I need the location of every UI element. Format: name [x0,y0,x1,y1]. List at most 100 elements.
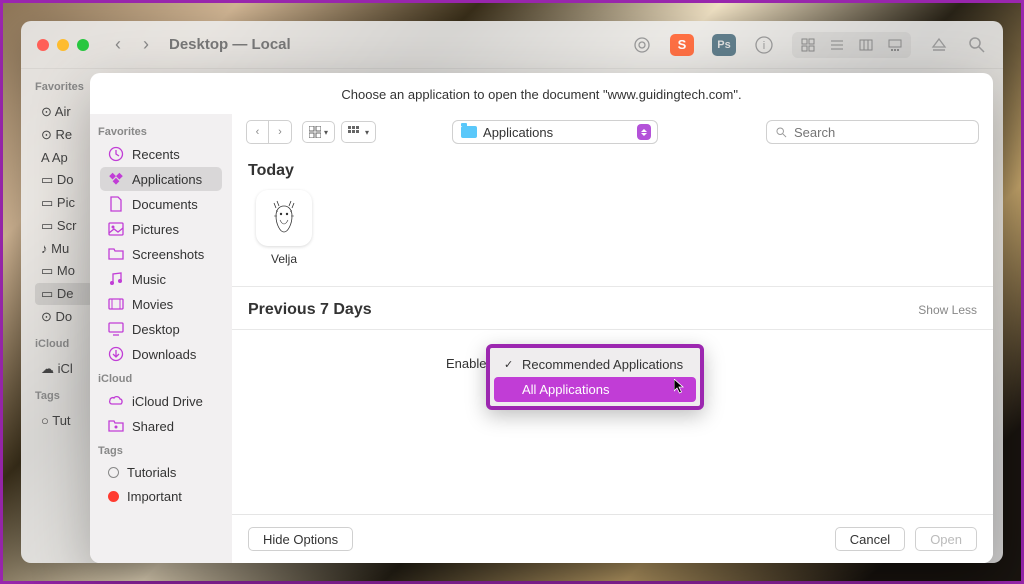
zoom-window-button[interactable] [77,39,89,51]
cursor-icon [674,379,686,395]
airdrop-icon[interactable] [632,35,652,55]
enable-label: Enable [446,356,486,371]
search-icon [775,126,788,139]
dialog-instruction: Choose an application to open the docume… [90,73,993,114]
download-icon [108,346,124,362]
sidebar-item-label: iCloud Drive [132,394,203,409]
sidebar-item-downloads[interactable]: Downloads [100,342,222,366]
folder-icon [461,126,477,138]
dropdown-option-all[interactable]: All Applications [494,377,696,402]
desktop-icon [108,321,124,337]
bg-sidebar-item: ▭ Do [35,169,93,191]
back-button[interactable]: ‹ [115,34,121,55]
tag-dot-icon [108,491,119,502]
music-icon [108,271,124,287]
sidebar-item-label: Screenshots [132,247,204,262]
app-item-velja[interactable]: Velja [248,190,320,266]
group-mode-button[interactable]: ▾ [341,121,376,143]
list-view-button[interactable] [823,34,851,56]
checkmark-icon: ✓ [504,358,516,371]
sidebar-item-label: Important [127,489,182,504]
search-input[interactable] [794,125,970,140]
finder-toolbar: ‹ › Desktop — Local S Ps i [21,21,1003,69]
section-header-today: Today [232,154,993,190]
sidebar-section-header: Favorites [90,120,232,142]
enable-dropdown-menu[interactable]: ✓ Recommended Applications All Applicati… [486,344,704,410]
sidebar-item-movies[interactable]: Movies [100,292,222,316]
cancel-button[interactable]: Cancel [835,527,905,551]
sidebar-item-shared[interactable]: Shared [100,414,222,438]
sidebar-item-screenshots[interactable]: Screenshots [100,242,222,266]
sidebar-item-icloud-drive[interactable]: iCloud Drive [100,389,222,413]
gallery-view-button[interactable] [881,34,909,56]
sidebar-item-label: Downloads [132,347,196,362]
show-less-button[interactable]: Show Less [918,303,977,317]
sidebar-section-header: Tags [35,390,93,402]
eject-icon[interactable] [929,35,949,55]
sidebar-item-applications[interactable]: Applications [100,167,222,191]
bg-sidebar-item: ☁ iCl [35,358,93,380]
bg-sidebar-item: ⊙ Air [35,101,93,123]
finder-sidebar: Favorites ⊙ Air ⊙ Re A Ap ▭ Do ▭ Pic ▭ S… [21,69,93,563]
traffic-lights[interactable] [37,39,89,51]
bg-sidebar-item: ○ Tut [35,410,93,431]
app-icon [256,190,312,246]
shared-icon [108,418,124,434]
bg-sidebar-item: A Ap [35,147,93,168]
app-icon-s[interactable]: S [670,34,694,56]
sidebar-section-header: iCloud [90,367,232,389]
app-name-label: Velja [271,252,297,266]
icon-view-button[interactable] [794,34,822,56]
sidebar-item-label: Recents [132,147,180,162]
svg-text:i: i [763,40,765,52]
dropdown-option-recommended[interactable]: ✓ Recommended Applications [494,352,696,377]
bg-sidebar-item: ♪ Mu [35,238,93,259]
cloud-icon [108,393,124,409]
updown-arrows-icon [637,124,651,140]
sidebar-item-label: Music [132,272,166,287]
location-dropdown[interactable]: Applications [452,120,658,144]
sidebar-section-header: Tags [90,439,232,461]
sidebar-item-desktop[interactable]: Desktop [100,317,222,341]
view-mode-button[interactable]: ▾ [302,121,335,143]
nav-group: ‹ › [246,120,292,144]
sidebar-item-label: Pictures [132,222,179,237]
sidebar-section-header: Favorites [35,81,93,93]
sidebar-item-documents[interactable]: Documents [100,192,222,216]
section-header-previous: Previous 7 Days [248,301,372,319]
pic-icon [108,221,124,237]
bg-sidebar-item: ▭ De [35,283,93,305]
sidebar-tag-tutorials[interactable]: Tutorials [100,461,222,484]
nav-arrows: ‹ › [115,34,149,55]
close-window-button[interactable] [37,39,49,51]
minimize-window-button[interactable] [57,39,69,51]
window-title: Desktop — Local [169,36,291,53]
forward-button[interactable]: › [143,34,149,55]
sidebar-item-music[interactable]: Music [100,267,222,291]
sidebar-tag-important[interactable]: Important [100,485,222,508]
movie-icon [108,296,124,312]
forward-button[interactable]: › [269,121,291,143]
search-icon[interactable] [967,35,987,55]
location-label: Applications [483,125,631,140]
hide-options-button[interactable]: Hide Options [248,527,353,551]
tag-dot-icon [108,467,119,478]
sidebar-item-label: Tutorials [127,465,176,480]
sidebar-item-recents[interactable]: Recents [100,142,222,166]
bg-sidebar-item: ▭ Pic [35,192,93,214]
bg-sidebar-item: ▭ Scr [35,215,93,237]
app-icon-ps[interactable]: Ps [712,34,736,56]
search-field[interactable] [766,120,979,144]
apps-icon [108,171,124,187]
sidebar-item-label: Shared [132,419,174,434]
doc-icon [108,196,124,212]
dialog-footer: Hide Options Cancel Open [232,514,993,563]
column-view-button[interactable] [852,34,880,56]
bg-sidebar-item: ⊙ Do [35,306,93,328]
option-label: Recommended Applications [522,357,683,372]
info-icon[interactable]: i [754,35,774,55]
open-button[interactable]: Open [915,527,977,551]
back-button[interactable]: ‹ [247,121,269,143]
sidebar-item-pictures[interactable]: Pictures [100,217,222,241]
view-mode-group[interactable] [792,32,911,58]
